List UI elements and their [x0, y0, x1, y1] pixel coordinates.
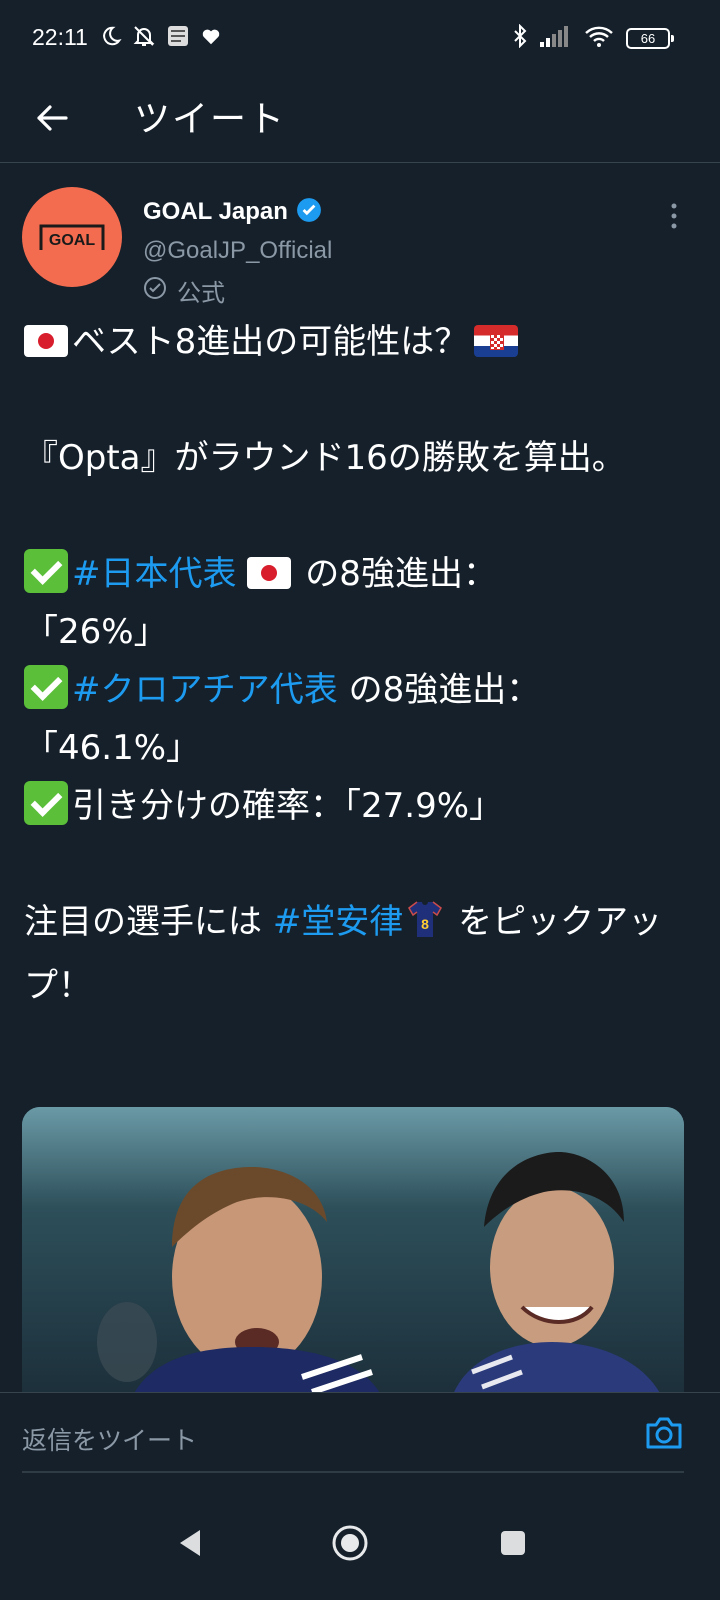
check-mark-icon [24, 549, 68, 593]
nav-recents-button[interactable] [488, 1518, 538, 1568]
app-notification-icon [166, 24, 190, 52]
check-mark-icon [24, 665, 68, 709]
tweet-line: 引き分けの確率：「27.9%」 [24, 777, 699, 835]
heart-icon [200, 25, 222, 51]
battery-indicator: 66 [626, 27, 674, 49]
verified-badge-icon [296, 197, 322, 227]
status-time: 22:11 [32, 24, 88, 50]
headline-text: ベスト8進出の可能性は？ [72, 322, 469, 362]
svg-text:8: 8 [421, 916, 429, 932]
tweet-text-segment: の8強進出： [294, 554, 497, 594]
croatia-flag-icon [474, 325, 519, 357]
japan-flag-icon [246, 557, 291, 589]
status-left-icons [100, 24, 222, 52]
goal-logo: GOAL [39, 224, 105, 250]
more-vertical-icon [671, 203, 677, 229]
display-name[interactable]: GOAL Japan [143, 198, 288, 226]
wifi-icon [584, 25, 614, 51]
header: ツイート [0, 80, 720, 163]
tweet-text-segment: 引き分けの確率：「27.9%」 [72, 786, 504, 826]
tweet-line: #日本代表 の8強進出： [24, 545, 699, 603]
camera-icon [646, 1417, 682, 1449]
user-handle[interactable]: @GoalJP_Official [143, 237, 332, 265]
tweet-line: 『Opta』がラウンド16の勝敗を算出。 [24, 438, 626, 478]
nav-home-button[interactable] [325, 1518, 375, 1568]
moon-icon [100, 25, 122, 51]
more-options-button[interactable] [664, 201, 684, 231]
tweet-photo[interactable] [22, 1107, 684, 1397]
tweet-line: #クロアチア代表 の8強進出： [24, 661, 699, 719]
reply-bar: 返信をツイート [0, 1392, 720, 1483]
bell-off-icon [132, 24, 156, 52]
tweet-text-segment: の8強進出： [337, 670, 541, 710]
status-right-icons: 66 [512, 23, 674, 52]
status-bar: 22:11 66 [0, 0, 720, 80]
reply-divider [22, 1471, 684, 1473]
bluetooth-icon [512, 23, 528, 52]
jersey-icon: 8 [407, 899, 443, 957]
signal-icon [540, 25, 572, 51]
japan-flag-icon [24, 325, 68, 357]
hashtag-link[interactable]: #日本代表 [72, 554, 237, 594]
official-text: 公式 [177, 279, 225, 307]
square-recents-icon [501, 1531, 525, 1555]
check-mark-icon [24, 781, 68, 825]
tweet-line: 「46.1%」 [24, 728, 201, 768]
reply-input[interactable]: 返信をツイート [22, 1421, 197, 1457]
tweet-line: ベスト8進出の可能性は？ [24, 313, 699, 371]
arrow-left-icon [37, 105, 68, 131]
nav-back-button[interactable] [165, 1518, 215, 1568]
home-circle-icon [332, 1525, 368, 1561]
page-title: ツイート [134, 99, 287, 140]
players-photo [22, 1107, 684, 1397]
avatar[interactable]: GOAL [22, 187, 122, 287]
camera-button[interactable] [644, 1415, 688, 1459]
official-badge-icon [143, 276, 167, 306]
system-nav-bar [0, 1482, 720, 1600]
svg-text:GOAL: GOAL [49, 232, 95, 249]
tweet-line: 注目の選手には #堂安律 8 をピックアップ！ [24, 893, 699, 1015]
tweet-text: ベスト8進出の可能性は？ 『Opta』がラウンド16の勝敗を算出。 #日本代表 … [24, 313, 699, 1015]
tweet-text-segment: 注目の選手には [24, 902, 273, 942]
tweet-line: 「26%」 [24, 612, 168, 652]
triangle-back-icon [180, 1530, 200, 1556]
hashtag-link[interactable]: #堂安律 [273, 902, 404, 942]
name-row[interactable]: GOAL Japan [143, 197, 322, 227]
hashtag-link[interactable]: #クロアチア代表 [72, 670, 338, 710]
official-label: 公式 [143, 273, 225, 308]
back-button[interactable] [30, 96, 74, 140]
